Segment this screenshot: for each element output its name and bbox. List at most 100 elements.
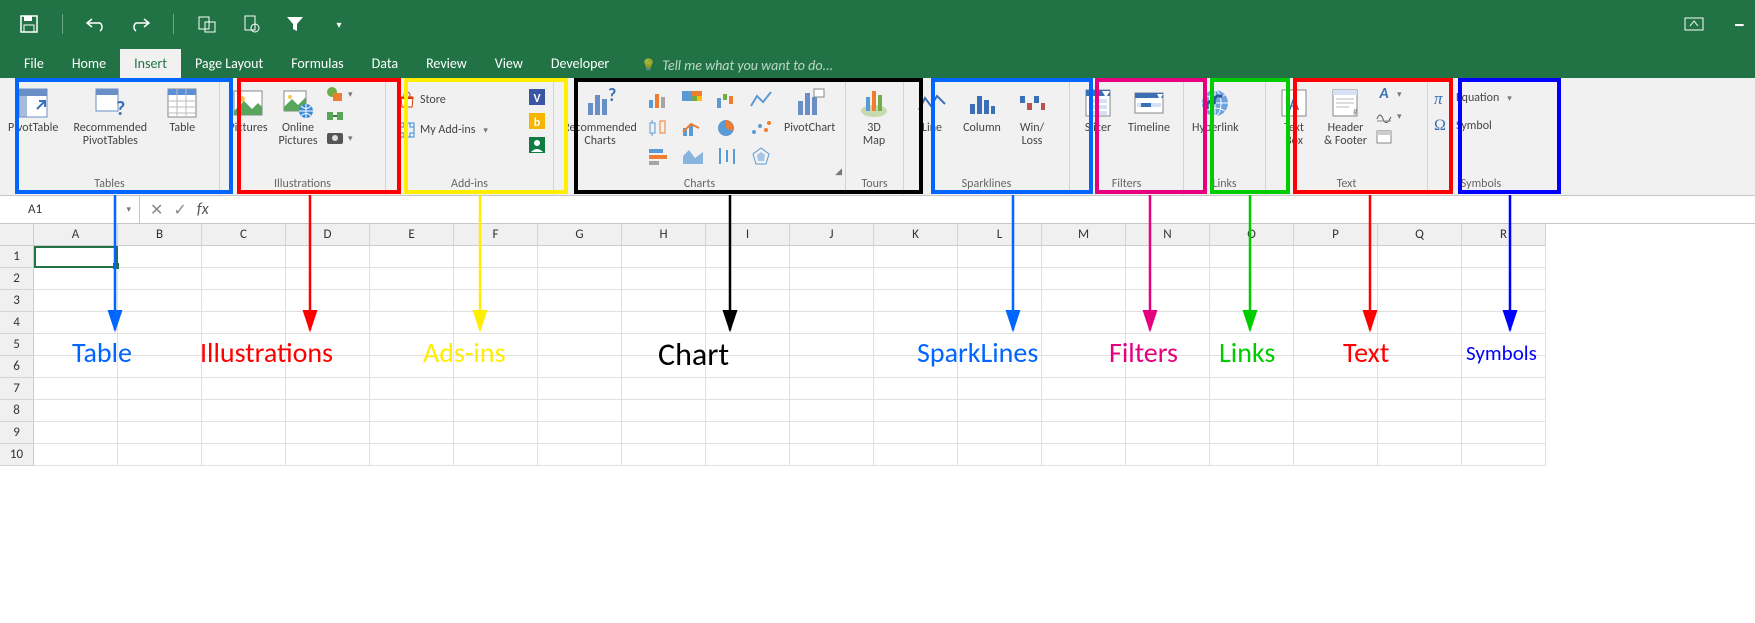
cell[interactable] bbox=[286, 378, 370, 400]
cell[interactable] bbox=[118, 422, 202, 444]
text-box-button[interactable]: A Text Box bbox=[1270, 82, 1318, 150]
cell[interactable] bbox=[874, 378, 958, 400]
radar-chart-icon[interactable] bbox=[746, 144, 776, 168]
cell[interactable] bbox=[202, 444, 286, 466]
formula-input[interactable] bbox=[219, 196, 1755, 223]
col-header[interactable]: K bbox=[874, 224, 958, 246]
cell[interactable] bbox=[958, 400, 1042, 422]
cell[interactable] bbox=[1042, 246, 1126, 268]
cell[interactable] bbox=[34, 444, 118, 466]
cell[interactable] bbox=[1126, 312, 1210, 334]
symbol-button[interactable]: ΩSymbol bbox=[1432, 116, 1514, 136]
cell[interactable] bbox=[706, 290, 790, 312]
cell[interactable] bbox=[1378, 334, 1462, 356]
cell[interactable] bbox=[370, 268, 454, 290]
cell[interactable] bbox=[454, 378, 538, 400]
area-chart-icon[interactable] bbox=[678, 144, 708, 168]
recommended-pivottables-button[interactable]: ? Recommended PivotTables bbox=[64, 82, 156, 150]
tab-data[interactable]: Data bbox=[358, 49, 412, 78]
cell[interactable] bbox=[1378, 356, 1462, 378]
cell[interactable] bbox=[1042, 312, 1126, 334]
cell[interactable] bbox=[1378, 378, 1462, 400]
cell[interactable] bbox=[958, 246, 1042, 268]
sparkline-winloss-button[interactable]: Win/ Loss bbox=[1008, 82, 1056, 150]
cell[interactable] bbox=[706, 312, 790, 334]
cell[interactable] bbox=[1294, 378, 1378, 400]
cell[interactable] bbox=[622, 312, 706, 334]
shapes-button[interactable]: ▾ bbox=[324, 84, 355, 104]
cell[interactable] bbox=[958, 268, 1042, 290]
cell[interactable] bbox=[958, 422, 1042, 444]
scatter-chart-icon[interactable] bbox=[746, 116, 776, 140]
tab-page-layout[interactable]: Page Layout bbox=[181, 49, 277, 78]
cell[interactable] bbox=[790, 246, 874, 268]
people-addin-icon[interactable] bbox=[525, 134, 549, 156]
cell[interactable] bbox=[538, 444, 622, 466]
stock-chart-icon[interactable] bbox=[712, 144, 742, 168]
waterfall-chart-icon[interactable] bbox=[712, 88, 742, 112]
col-header[interactable]: B bbox=[118, 224, 202, 246]
row-header[interactable]: 2 bbox=[0, 268, 34, 290]
cell[interactable] bbox=[958, 290, 1042, 312]
col-header[interactable]: G bbox=[538, 224, 622, 246]
name-box[interactable]: A1▾ bbox=[20, 196, 140, 223]
cell[interactable] bbox=[958, 312, 1042, 334]
bar-chart-icon[interactable] bbox=[644, 144, 674, 168]
col-header[interactable]: H bbox=[622, 224, 706, 246]
cell[interactable] bbox=[1294, 312, 1378, 334]
cell[interactable] bbox=[874, 422, 958, 444]
cell[interactable] bbox=[454, 444, 538, 466]
cell[interactable] bbox=[34, 246, 118, 268]
row-header[interactable]: 7 bbox=[0, 378, 34, 400]
cell[interactable] bbox=[538, 312, 622, 334]
cell[interactable] bbox=[1126, 422, 1210, 444]
cell[interactable] bbox=[1378, 312, 1462, 334]
cell[interactable] bbox=[1378, 444, 1462, 466]
col-header[interactable]: P bbox=[1294, 224, 1378, 246]
cell[interactable] bbox=[874, 268, 958, 290]
table-button[interactable]: Table bbox=[158, 82, 206, 137]
cell[interactable] bbox=[286, 312, 370, 334]
tab-formulas[interactable]: Formulas bbox=[277, 49, 357, 78]
cell[interactable] bbox=[538, 422, 622, 444]
cell[interactable] bbox=[34, 378, 118, 400]
cell[interactable] bbox=[1042, 378, 1126, 400]
cell[interactable] bbox=[454, 290, 538, 312]
cell[interactable] bbox=[1042, 422, 1126, 444]
bing-addin-icon[interactable]: b bbox=[525, 110, 549, 132]
cell[interactable] bbox=[1462, 290, 1546, 312]
cell[interactable] bbox=[1126, 290, 1210, 312]
cell[interactable] bbox=[874, 290, 958, 312]
col-header[interactable]: C bbox=[202, 224, 286, 246]
row-header[interactable]: 9 bbox=[0, 422, 34, 444]
cell[interactable] bbox=[202, 290, 286, 312]
col-header[interactable]: J bbox=[790, 224, 874, 246]
cell[interactable] bbox=[1294, 290, 1378, 312]
qat-customize-icon[interactable]: ▾ bbox=[328, 13, 350, 35]
cell[interactable] bbox=[538, 356, 622, 378]
cell[interactable] bbox=[790, 268, 874, 290]
cell[interactable] bbox=[706, 422, 790, 444]
cell[interactable] bbox=[874, 400, 958, 422]
timeline-button[interactable]: Timeline bbox=[1124, 82, 1174, 137]
cell[interactable] bbox=[1462, 246, 1546, 268]
cell[interactable] bbox=[1126, 246, 1210, 268]
cell[interactable] bbox=[1378, 290, 1462, 312]
cell[interactable] bbox=[370, 378, 454, 400]
row-header[interactable]: 4 bbox=[0, 312, 34, 334]
cell[interactable] bbox=[622, 400, 706, 422]
row-header[interactable]: 8 bbox=[0, 400, 34, 422]
line-chart-icon[interactable] bbox=[746, 88, 776, 112]
cell[interactable] bbox=[34, 400, 118, 422]
cell[interactable] bbox=[454, 312, 538, 334]
cell[interactable] bbox=[454, 400, 538, 422]
store-button[interactable]: Store bbox=[396, 90, 523, 110]
cell[interactable] bbox=[1210, 312, 1294, 334]
cell[interactable] bbox=[1042, 400, 1126, 422]
cell[interactable] bbox=[202, 268, 286, 290]
cell[interactable] bbox=[286, 290, 370, 312]
cell[interactable] bbox=[538, 334, 622, 356]
minimize-icon[interactable]: − bbox=[1734, 11, 1745, 38]
cell[interactable] bbox=[202, 246, 286, 268]
cell[interactable] bbox=[1294, 422, 1378, 444]
